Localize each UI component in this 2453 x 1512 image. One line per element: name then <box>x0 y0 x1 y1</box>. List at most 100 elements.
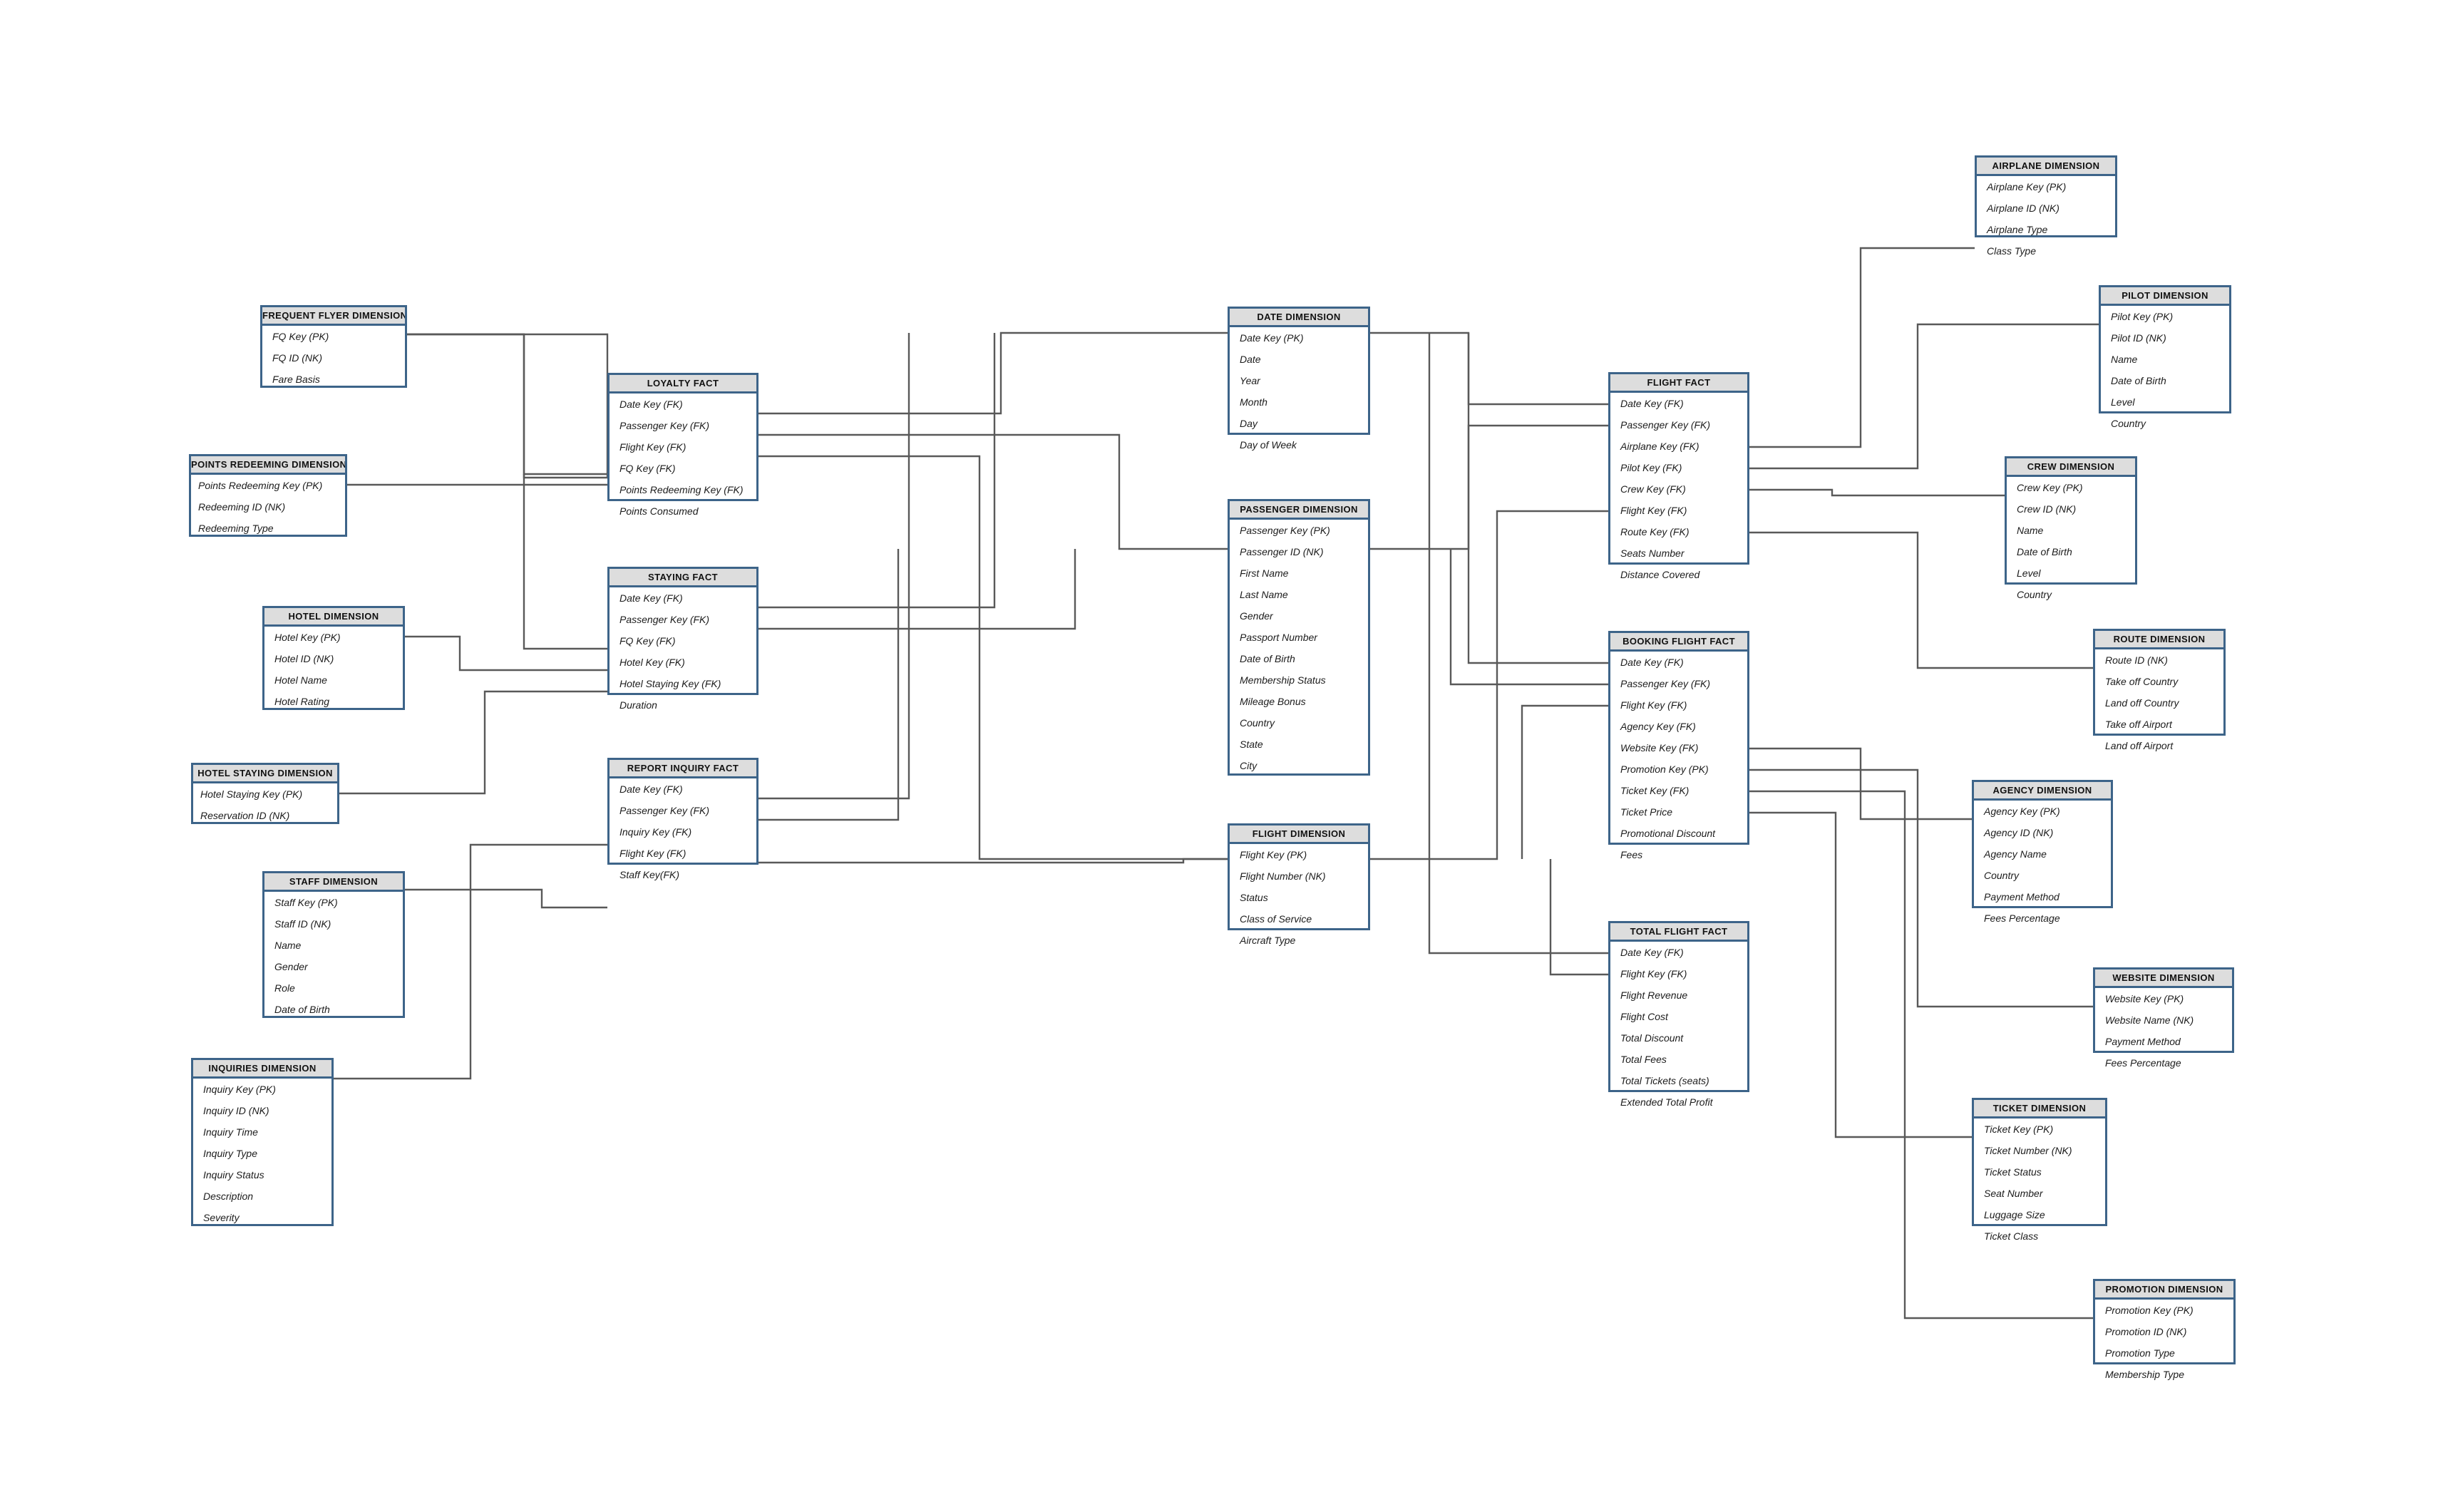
entity-attribute: Flight Number (NK) <box>1240 870 1326 882</box>
entity-attribute: Passenger Key (FK) <box>619 805 710 816</box>
relationship-connector <box>758 549 900 821</box>
entity-attribute: Extended Total Profit <box>1620 1096 1713 1108</box>
entity-attribute: Last Name <box>1240 589 1288 600</box>
entity-attribute: Date Key (FK) <box>1620 398 1684 409</box>
entity-attribute: Date Key (FK) <box>619 783 683 795</box>
entity-title: ROUTE DIMENSION <box>2095 631 2223 649</box>
entity-report-inquiry-fact[interactable]: REPORT INQUIRY FACT Date Key (FK) Passenge… <box>607 758 758 880</box>
entity-title: CREW DIMENSION <box>2007 458 2135 477</box>
entity-title: FREQUENT FLYER DIMENSION <box>262 307 405 326</box>
entity-attribute: FQ Key (FK) <box>619 463 676 474</box>
entity-date-dimension[interactable]: DATE DIMENSION Date Key (PK) Date Year Month… <box>1228 307 1370 451</box>
entity-attribute: Promotion Key (PK) <box>2105 1305 2194 1316</box>
entity-attribute: Date of Birth <box>2111 375 2166 386</box>
entity-attribute: Agency Key (FK) <box>1620 721 1696 732</box>
entity-title: PILOT DIMENSION <box>2101 287 2229 306</box>
entity-attribute: Flight Revenue <box>1620 989 1688 1001</box>
entity-attribute: Day of Week <box>1240 439 1297 451</box>
entity-attribute: Mileage Bonus <box>1240 696 1306 707</box>
entity-attribute: Pilot Key (FK) <box>1620 462 1682 473</box>
entity-attribute: Country <box>2017 589 2052 600</box>
entity-title: TICKET DIMENSION <box>1974 1100 2105 1118</box>
entity-attribute: Distance Covered <box>1620 569 1700 580</box>
entity-attribute: Inquiry Time <box>203 1126 258 1138</box>
entity-attribute-list: Date Key (FK) Passenger Key (FK) Inquiry K… <box>610 778 756 885</box>
entity-booking-flight-fact[interactable]: BOOKING FLIGHT FACT Date Key (FK) Passenge… <box>1608 631 1749 860</box>
entity-attribute: Class of Service <box>1240 913 1312 925</box>
entity-attribute: Seats Number <box>1620 547 1685 559</box>
entity-attribute-list: Inquiry Key (PK) Inquiry ID (NK) Inquiry T… <box>193 1079 331 1228</box>
entity-flight-dimension[interactable]: FLIGHT DIMENSION Flight Key (PK) Flight Nu… <box>1228 823 1370 946</box>
relationship-connector <box>1370 510 1608 860</box>
entity-attribute-list: Website Key (PK) Website Name (NK) Payment… <box>2095 988 2232 1074</box>
relationship-connector <box>1749 747 1972 821</box>
entity-attribute: Hotel Key (FK) <box>619 657 685 668</box>
entity-attribute: Payment Method <box>1984 891 2059 902</box>
entity-attribute: Date of Birth <box>274 1004 330 1015</box>
entity-attribute: Payment Method <box>2105 1036 2181 1047</box>
entity-attribute: Airplane Key (PK) <box>1987 181 2067 192</box>
entity-attribute: Pilot Key (PK) <box>2111 311 2174 322</box>
relationship-connector <box>1749 811 1972 1138</box>
relationship-connector <box>1370 424 1608 550</box>
entity-attribute: Passenger Key (FK) <box>619 420 710 431</box>
entity-frequent-flyer-dimension[interactable]: FREQUENT FLYER DIMENSION FQ Key (PK) FQ ID… <box>260 305 407 388</box>
entity-attribute: Agency ID (NK) <box>1984 827 2054 838</box>
entity-attribute: Name <box>2017 525 2044 536</box>
entity-title: WEBSITE DIMENSION <box>2095 970 2232 988</box>
entity-passenger-dimension[interactable]: PASSENGER DIMENSION Passenger Key (PK) Pas… <box>1228 499 1370 776</box>
entity-attribute: Total Discount <box>1620 1032 1684 1044</box>
entity-attribute: Hotel Staying Key (FK) <box>619 678 721 689</box>
entity-loyalty-fact[interactable]: LOYALTY FACT Date Key (FK) Passenger Key (… <box>607 373 758 517</box>
entity-attribute: Ticket Class <box>1984 1230 2039 1242</box>
entity-title: PASSENGER DIMENSION <box>1230 501 1368 520</box>
entity-attribute: Flight Key (FK) <box>1620 505 1687 516</box>
entity-total-flight-fact[interactable]: TOTAL FLIGHT FACT Date Key (FK) Flight Key… <box>1608 921 1749 1108</box>
entity-attribute: Date Key (PK) <box>1240 332 1304 344</box>
entity-attribute: Passport Number <box>1240 632 1317 643</box>
entity-staff-dimension[interactable]: STAFF DIMENSION Staff Key (PK) Staff ID (N… <box>262 871 405 1018</box>
entity-attribute-list: Date Key (FK) Flight Key (FK) Flight Reven… <box>1610 942 1747 1113</box>
entity-attribute: Status <box>1240 892 1268 903</box>
entity-pilot-dimension[interactable]: PILOT DIMENSION Pilot Key (PK) Pilot ID (N… <box>2099 285 2231 429</box>
entity-attribute: Ticket Price <box>1620 806 1673 818</box>
entity-attribute-list: FQ Key (PK) FQ ID (NK) Fare Basis <box>262 326 405 390</box>
entity-attribute: Luggage Size <box>1984 1209 2045 1220</box>
entity-attribute: Country <box>1984 870 2020 881</box>
entity-inquiries-dimension[interactable]: INQUIRIES DIMENSION Inquiry Key (PK) Inqui… <box>191 1058 334 1226</box>
relationship-connector <box>758 333 910 800</box>
relationship-connector <box>1749 323 2099 470</box>
entity-crew-dimension[interactable]: CREW DIMENSION Crew Key (PK) Crew ID (NK) N… <box>2005 456 2137 600</box>
entity-ticket-dimension[interactable]: TICKET DIMENSION Ticket Key (PK) Ticket Nu… <box>1972 1098 2107 1242</box>
entity-attribute: Level <box>2017 567 2041 579</box>
entity-attribute: Staff Key (PK) <box>274 897 338 908</box>
entity-attribute: Seat Number <box>1984 1188 2043 1199</box>
entity-attribute: Points Redeeming Key (PK) <box>198 480 323 491</box>
entity-attribute-list: Agency Key (PK) Agency ID (NK) Agency Name… <box>1974 801 2111 929</box>
entity-flight-fact[interactable]: FLIGHT FACT Date Key (FK) Passenger Key (F… <box>1608 372 1749 580</box>
entity-title: STAYING FACT <box>610 569 756 587</box>
entity-attribute-list: Points Redeeming Key (PK) Redeeming ID (N… <box>191 475 345 539</box>
entity-promotion-dimension[interactable]: PROMOTION DIMENSION Promotion Key (PK) Pro… <box>2093 1279 2236 1380</box>
entity-website-dimension[interactable]: WEBSITE DIMENSION Website Key (PK) Website… <box>2093 967 2234 1069</box>
entity-attribute: Ticket Key (FK) <box>1620 785 1690 796</box>
entity-attribute: Hotel Name <box>274 674 327 686</box>
entity-title: POINTS REDEEMING DIMENSION <box>191 456 345 475</box>
entity-attribute: Airplane Key (FK) <box>1620 441 1699 452</box>
entity-attribute: Total Tickets (seats) <box>1620 1075 1709 1086</box>
entity-hotel-dimension[interactable]: HOTEL DIMENSION Hotel Key (PK) Hotel ID (N… <box>262 606 405 710</box>
entity-attribute: Flight Key (FK) <box>619 848 686 859</box>
entity-title: TOTAL FLIGHT FACT <box>1610 923 1747 942</box>
entity-attribute: Passenger Key (FK) <box>1620 678 1711 689</box>
entity-hotel-staying-dimension[interactable]: HOTEL STAYING DIMENSION Hotel Staying Key… <box>191 763 339 824</box>
entity-attribute: Ticket Status <box>1984 1166 2042 1178</box>
entity-agency-dimension[interactable]: AGENCY DIMENSION Agency Key (PK) Agency ID… <box>1972 780 2113 924</box>
entity-staying-fact[interactable]: STAYING FACT Date Key (FK) Passenger Key (… <box>607 567 758 711</box>
entity-route-dimension[interactable]: ROUTE DIMENSION Route ID (NK) Take off Cou… <box>2093 629 2226 751</box>
entity-points-redeeming-dimension[interactable]: POINTS REDEEMING DIMENSION Points Redeemi… <box>189 454 347 537</box>
relationship-connector <box>407 333 609 478</box>
entity-airplane-dimension[interactable]: AIRPLANE DIMENSION Airplane Key (PK) Airpl… <box>1975 155 2117 257</box>
relationship-connector <box>1549 859 1608 976</box>
entity-attribute-list: Date Key (FK) Passenger Key (FK) Airplane … <box>1610 393 1747 585</box>
entity-attribute: Redeeming Type <box>198 523 274 534</box>
